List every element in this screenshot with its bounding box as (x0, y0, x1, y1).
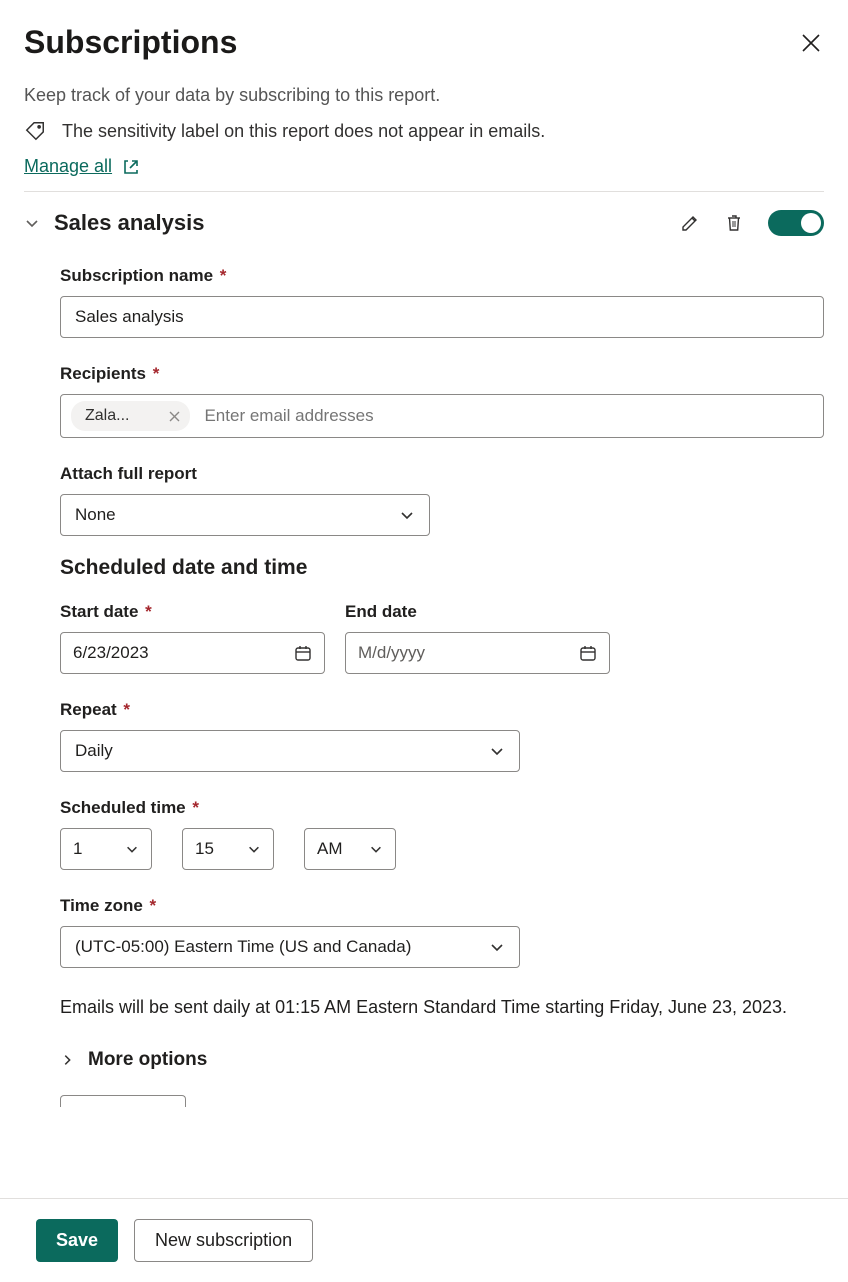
open-external-icon (122, 158, 140, 176)
repeat-select[interactable]: Daily (60, 730, 520, 772)
timezone-select[interactable]: (UTC-05:00) Eastern Time (US and Canada) (60, 926, 520, 968)
minute-select[interactable]: 15 (182, 828, 274, 870)
manage-all-link[interactable]: Manage all (24, 156, 140, 177)
chevron-right-icon (60, 1053, 74, 1067)
toggle-knob (801, 213, 821, 233)
recipient-chip-label: Zala... (85, 407, 129, 425)
pencil-icon (680, 213, 700, 233)
end-date-placeholder: M/d/yyyy (358, 643, 425, 663)
hour-select[interactable]: 1 (60, 828, 152, 870)
cutoff-element (60, 1095, 186, 1107)
hour-value: 1 (73, 839, 82, 859)
new-subscription-button[interactable]: New subscription (134, 1219, 313, 1262)
tag-icon (24, 120, 46, 142)
footer-bar: Save New subscription (0, 1198, 848, 1282)
start-date-input[interactable]: 6/23/2023 (60, 632, 325, 674)
chevron-down-icon (489, 939, 505, 955)
ampm-select[interactable]: AM (304, 828, 396, 870)
schedule-section-title: Scheduled date and time (60, 556, 824, 580)
subscription-name-label: Subscription name * (60, 266, 824, 286)
edit-button[interactable] (680, 213, 700, 233)
remove-recipient-icon[interactable] (169, 411, 180, 422)
recipient-chip[interactable]: Zala... (71, 401, 190, 431)
delete-button[interactable] (724, 213, 744, 233)
attach-value: None (75, 505, 116, 525)
calendar-icon (579, 644, 597, 662)
minute-value: 15 (195, 839, 214, 859)
divider (24, 191, 824, 192)
close-button[interactable] (798, 30, 824, 56)
chevron-down-icon (24, 215, 40, 231)
chevron-down-icon (369, 842, 383, 856)
page-title: Subscriptions (24, 24, 237, 61)
more-options-label: More options (88, 1049, 207, 1071)
schedule-summary: Emails will be sent daily at 01:15 AM Ea… (60, 994, 824, 1021)
more-options-toggle[interactable]: More options (60, 1049, 824, 1071)
enable-toggle[interactable] (768, 210, 824, 236)
ampm-value: AM (317, 839, 343, 859)
end-date-input[interactable]: M/d/yyyy (345, 632, 610, 674)
chevron-down-icon (489, 743, 505, 759)
end-date-label: End date (345, 602, 610, 622)
chevron-down-icon (247, 842, 261, 856)
collapse-toggle[interactable] (24, 215, 40, 231)
scheduled-time-label: Scheduled time * (60, 798, 824, 818)
timezone-label: Time zone * (60, 896, 824, 916)
calendar-icon (294, 644, 312, 662)
repeat-label: Repeat * (60, 700, 824, 720)
recipients-text-input[interactable] (204, 406, 813, 426)
manage-all-label: Manage all (24, 156, 112, 177)
attach-select[interactable]: None (60, 494, 430, 536)
attach-label: Attach full report (60, 464, 824, 484)
timezone-value: (UTC-05:00) Eastern Time (US and Canada) (75, 937, 411, 957)
repeat-value: Daily (75, 741, 113, 761)
trash-icon (724, 213, 744, 233)
recipients-input[interactable]: Zala... (60, 394, 824, 438)
save-button[interactable]: Save (36, 1219, 118, 1262)
chevron-down-icon (399, 507, 415, 523)
subscription-name-input[interactable] (60, 296, 824, 338)
subscription-title: Sales analysis (54, 210, 204, 236)
recipients-label: Recipients * (60, 364, 824, 384)
sensitivity-text: The sensitivity label on this report doe… (62, 121, 545, 142)
chevron-down-icon (125, 842, 139, 856)
page-subtitle: Keep track of your data by subscribing t… (24, 85, 824, 106)
start-date-value: 6/23/2023 (73, 643, 149, 663)
start-date-label: Start date * (60, 602, 325, 622)
close-icon (802, 34, 820, 52)
